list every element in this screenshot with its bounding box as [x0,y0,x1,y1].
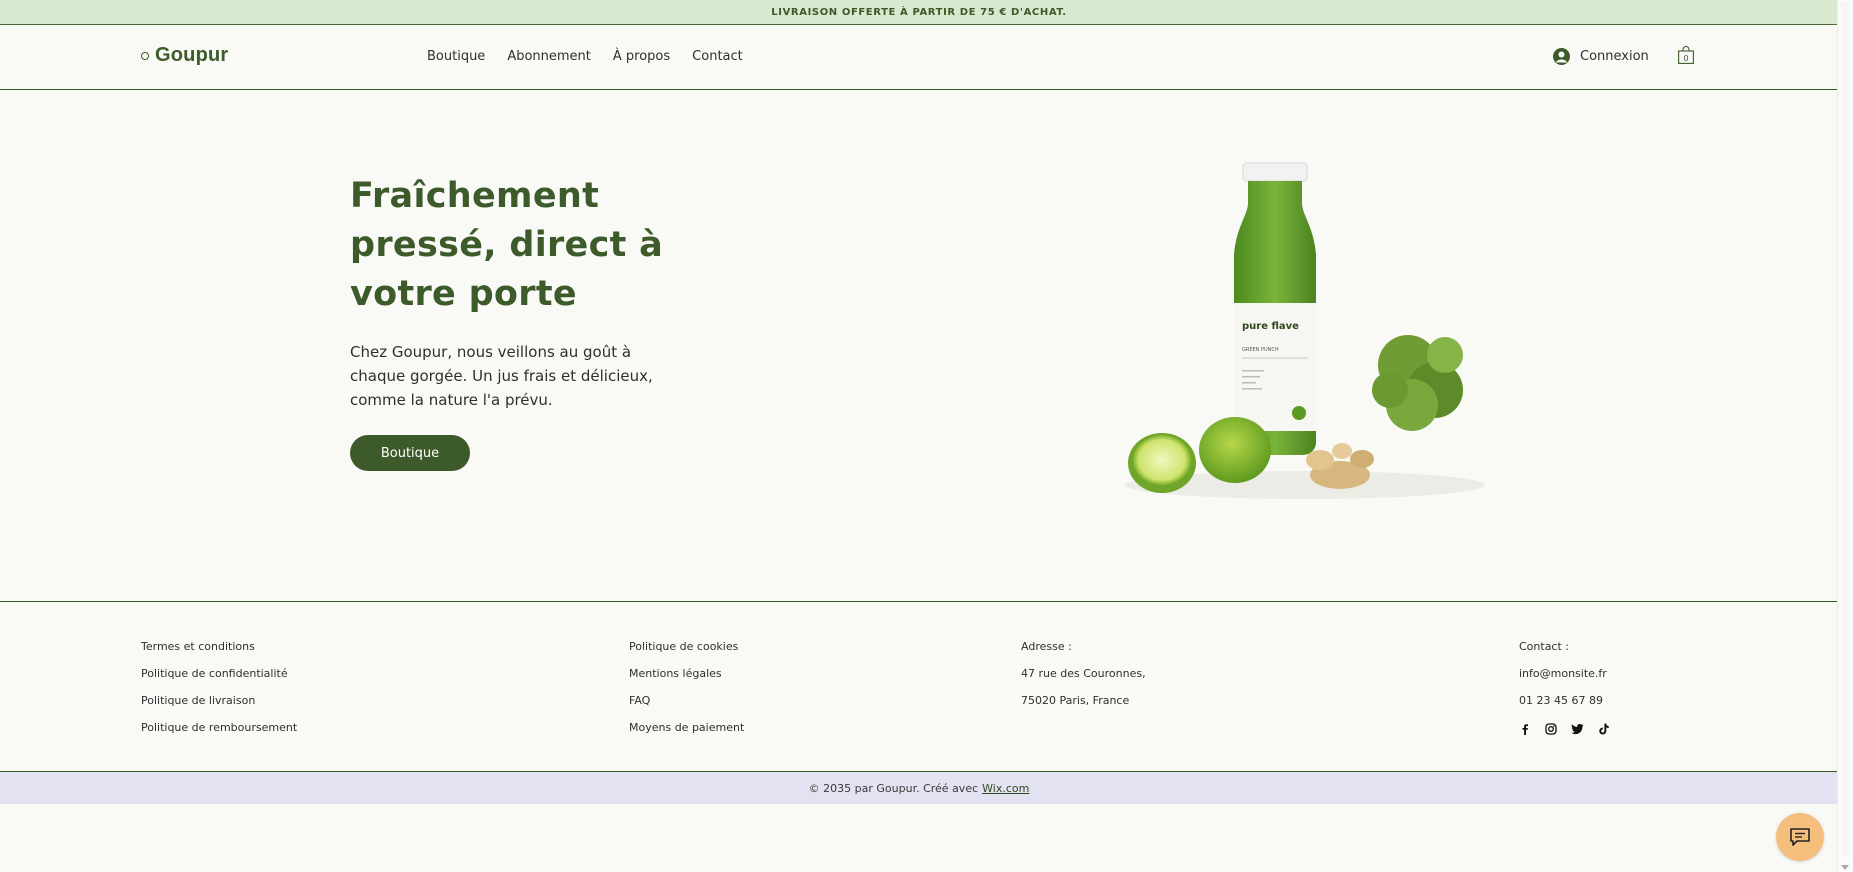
cart-button[interactable]: 0 [1678,46,1694,64]
bottle-flavor: GREEN PUNCH [1242,347,1279,353]
hero-product-image: pure flave GREEN PUNCH [1125,162,1485,499]
footer-link-shipping[interactable]: Politique de livraison [141,692,297,709]
logo-mark-icon [141,51,149,60]
page: LIVRAISON OFFERTE À PARTIR DE 75 € D'ACH… [0,0,1838,872]
bottle: pure flave GREEN PUNCH [1234,162,1316,455]
page-scrollbar[interactable] [1837,0,1853,872]
social-links [1519,723,1610,735]
chat-button[interactable] [1776,813,1824,861]
contact-phone: 01 23 45 67 89 [1519,694,1603,707]
scrollbar-thumb[interactable] [1841,2,1850,856]
facebook-icon[interactable] [1519,723,1531,735]
footer-link-cookies[interactable]: Politique de cookies [629,638,744,655]
login-label: Connexion [1580,49,1649,64]
announcement-text: LIVRAISON OFFERTE À PARTIR DE 75 € D'ACH… [771,6,1067,18]
footer-link-payment[interactable]: Moyens de paiement [629,719,744,736]
site-footer: Termes et conditions Politique de confid… [0,601,1838,772]
address-line2: 75020 Paris, France [1021,694,1130,707]
logo-text: Goupur [155,44,229,66]
kale [1372,335,1463,431]
instagram-icon[interactable] [1545,723,1557,735]
footer-policies: Termes et conditions Politique de confid… [141,638,297,736]
hero-description: Chez Goupur, nous veillons au goût à cha… [350,343,653,409]
contact-email[interactable]: info@monsite.fr [1519,665,1610,682]
logo[interactable]: Goupur [141,44,228,67]
tiktok-icon[interactable] [1598,723,1610,735]
contact-label: Contact : [1519,640,1569,653]
announcement-bar: LIVRAISON OFFERTE À PARTIR DE 75 € D'ACH… [0,0,1838,25]
nav-a-propos[interactable]: À propos [613,49,670,64]
footer-link-terms[interactable]: Termes et conditions [141,638,297,655]
copyright-text: © 2035 par Goupur. Créé avec [808,781,979,795]
bottle-brand: pure flave [1242,321,1299,332]
site-header: Goupur Boutique Abonnement À propos Cont… [0,25,1838,90]
user-icon [1553,48,1570,65]
cart-count: 0 [1683,54,1688,63]
scroll-down-arrow-icon[interactable] [1841,865,1849,870]
main-nav: Boutique Abonnement À propos Contact [427,49,743,64]
hero-title: Fraîchement pressé, direct à votre porte [350,176,664,314]
shopping-bag-icon: 0 [1678,46,1694,64]
footer-link-refund[interactable]: Politique de remboursement [141,719,297,736]
footer-link-faq[interactable]: FAQ [629,692,744,709]
wix-link[interactable]: Wix.com [982,782,1029,795]
twitter-icon[interactable] [1571,723,1584,735]
footer-link-privacy[interactable]: Politique de confidentialité [141,665,297,682]
address-line1: 47 rue des Couronnes, [1021,667,1146,680]
login-button[interactable]: Connexion [1553,48,1649,65]
footer-link-legal[interactable]: Mentions légales [629,665,744,682]
chat-icon [1790,828,1810,846]
nav-abonnement[interactable]: Abonnement [507,49,591,64]
copyright-bar: © 2035 par Goupur. Créé avec Wix.com [0,771,1838,804]
nav-contact[interactable]: Contact [692,49,743,64]
ginger [1306,443,1374,489]
nav-boutique[interactable]: Boutique [427,49,485,64]
footer-address: Adresse : 47 rue des Couronnes, 75020 Pa… [1021,638,1146,709]
footer-legal: Politique de cookies Mentions légales FA… [629,638,744,736]
shop-button[interactable]: Boutique [350,435,470,471]
footer-contact: Contact : info@monsite.fr 01 23 45 67 89 [1519,638,1610,735]
address-label: Adresse : [1021,640,1072,653]
